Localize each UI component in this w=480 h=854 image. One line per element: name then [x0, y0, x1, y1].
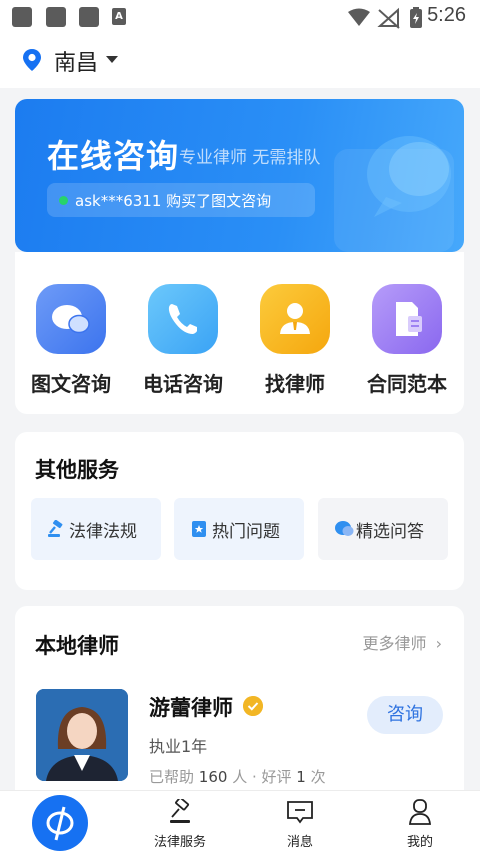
tab-legal-services[interactable]: 法律服务	[140, 796, 220, 850]
live-dot-icon	[59, 196, 68, 205]
quick-action-label: 找律师	[265, 372, 325, 396]
location-selector[interactable]: 南昌	[0, 34, 480, 88]
tab-profile[interactable]: 我的	[380, 799, 460, 850]
online-consult-banner[interactable]: 在线咨询 专业律师 无需排队 ask***6311 购买了图文咨询	[15, 99, 464, 252]
notification-icon	[79, 7, 99, 27]
service-label: 热门问题	[212, 522, 280, 542]
document-icon	[372, 284, 442, 354]
phone-icon	[148, 284, 218, 354]
quick-action-label: 图文咨询	[31, 372, 111, 396]
tab-label: 法律服务	[153, 835, 206, 850]
wifi-signal-battery-icons	[348, 7, 422, 29]
consult-button[interactable]: 咨询	[367, 696, 443, 734]
notification-icon	[12, 7, 32, 27]
banner-title: 在线咨询	[47, 137, 180, 175]
more-lawyers-link[interactable]: 更多律师 ›	[362, 630, 442, 654]
location-pin-icon	[23, 49, 41, 71]
service-hot-questions[interactable]: 热门问题	[174, 498, 304, 560]
lawyer-name: 游蕾律师	[149, 696, 233, 720]
accessibility-icon: A	[112, 8, 126, 25]
chat-bubbles-icon	[36, 284, 106, 354]
purchase-ticker: ask***6311 购买了图文咨询	[47, 183, 315, 217]
banner-subtitle: 专业律师 无需排队	[179, 148, 321, 168]
status-bar: A 5:26	[0, 0, 480, 34]
bottom-tab-bar: 法律服务 消息 我的	[0, 790, 480, 854]
other-services-card: 其他服务 法律法规 热门问题 精选问答	[15, 432, 464, 590]
quick-action-phone-consult[interactable]: 电话咨询	[127, 284, 239, 397]
service-label: 法律法规	[69, 522, 137, 542]
lawyer-avatar[interactable]	[36, 689, 128, 781]
service-selected-qa[interactable]: 精选问答	[318, 498, 448, 560]
quick-action-label: 合同范本	[367, 372, 447, 396]
tab-messages[interactable]: 消息	[260, 799, 340, 850]
lawyer-experience: 执业1年	[149, 737, 208, 756]
qa-bubble-icon	[335, 521, 354, 536]
lawyer-stats: 已帮助 160 人 · 好评 1 次	[149, 768, 326, 786]
lawyer-icon	[260, 284, 330, 354]
quick-actions: 图文咨询 电话咨询 找律师 合同范本	[15, 252, 464, 414]
section-title: 本地律师	[35, 634, 119, 658]
gavel-icon	[170, 796, 190, 823]
quick-action-label: 电话咨询	[143, 372, 223, 396]
chevron-down-icon	[106, 56, 118, 63]
app-logo-icon	[46, 806, 74, 841]
tab-home[interactable]	[32, 795, 88, 851]
clock: 5:26	[427, 4, 466, 26]
quick-action-find-lawyer[interactable]: 找律师	[239, 284, 351, 397]
verified-badge-icon	[243, 696, 263, 716]
message-icon	[287, 801, 313, 824]
local-lawyers-card: 本地律师 更多律师 › 游蕾律师 执业1年 已帮助 160 人 · 好评 1 次…	[15, 606, 464, 806]
notification-icon	[46, 7, 66, 27]
chat-bubble-illustration	[334, 136, 454, 252]
city-name: 南昌	[54, 51, 99, 76]
section-title: 其他服务	[35, 458, 119, 482]
profile-icon	[409, 799, 431, 825]
quick-action-text-consult[interactable]: 图文咨询	[15, 284, 127, 397]
ticker-text: ask***6311 购买了图文咨询	[75, 192, 272, 210]
star-bookmark-icon	[192, 521, 206, 537]
tab-label: 消息	[286, 835, 313, 850]
chevron-right-icon: ›	[435, 634, 442, 653]
service-label: 精选问答	[356, 522, 424, 542]
quick-action-contract-templates[interactable]: 合同范本	[351, 284, 463, 397]
gavel-icon	[48, 520, 63, 537]
more-lawyers-label: 更多律师	[362, 634, 427, 653]
service-laws[interactable]: 法律法规	[31, 498, 161, 560]
tab-label: 我的	[406, 835, 433, 850]
